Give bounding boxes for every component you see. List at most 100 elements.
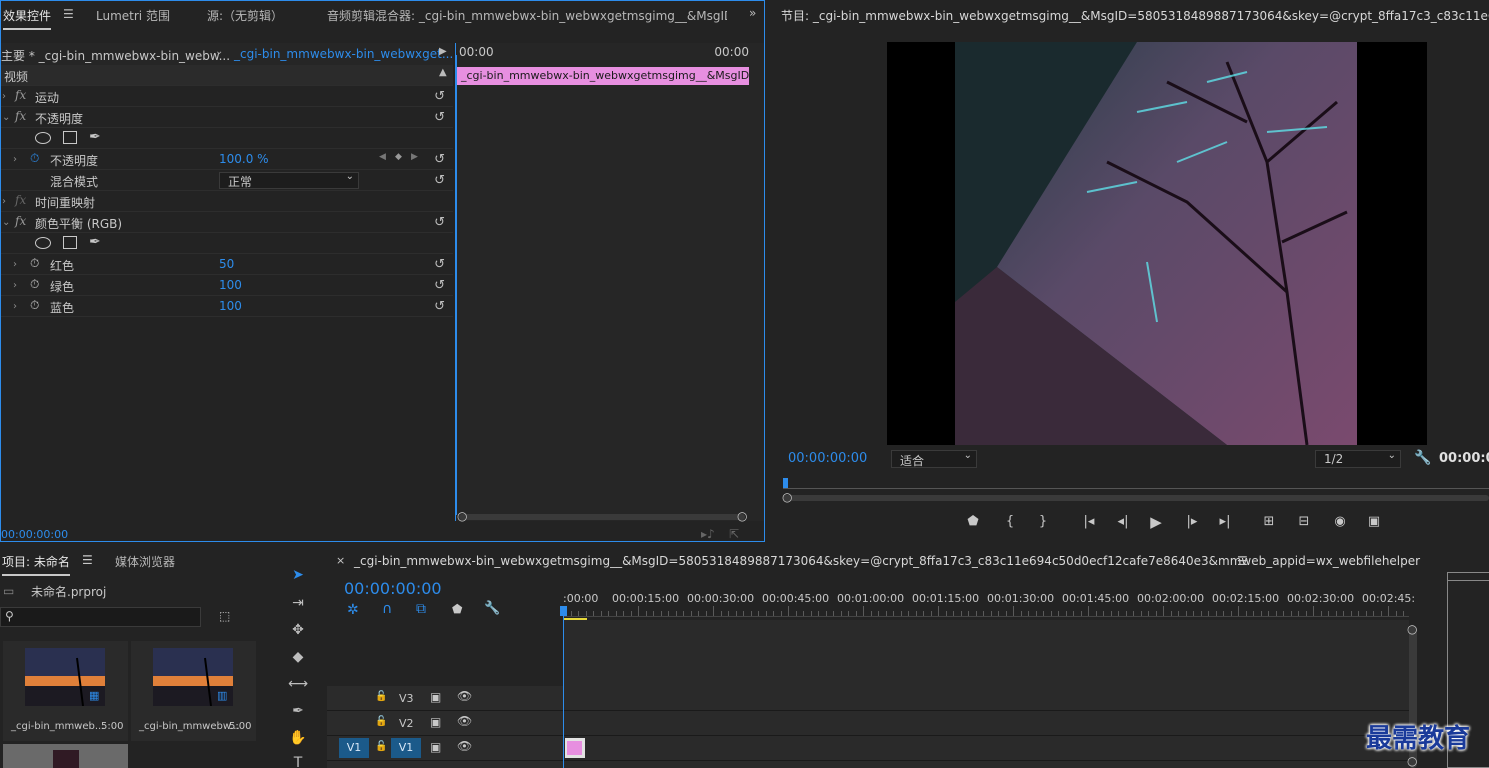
master-clip-label[interactable]: 主要 * _cgi-bin_mmwebwx-bin_webw... — [1, 47, 230, 64]
wrench-icon[interactable]: 🔧 — [1414, 450, 1431, 466]
scroll-handle-icon[interactable]: ○ — [782, 490, 792, 504]
go-to-in-icon[interactable]: |◂ — [1079, 514, 1099, 529]
chevron-right-icon[interactable]: › — [13, 259, 17, 270]
scroll-handle-icon[interactable]: ○ — [1407, 622, 1417, 636]
tab-effect-controls[interactable]: 效果控件 — [3, 7, 52, 30]
chevron-right-icon[interactable]: › — [13, 280, 17, 291]
project-item[interactable] — [3, 744, 128, 768]
pen-mask-icon[interactable]: ✒ — [89, 129, 101, 145]
timeline-timecode[interactable]: 00:00:00:00 — [344, 579, 442, 598]
snap-magnet-icon[interactable]: ∩ — [382, 601, 392, 617]
source-patch-v1[interactable]: V1 — [339, 738, 369, 758]
close-icon[interactable]: × — [336, 554, 345, 567]
add-marker-icon[interactable]: ⬟ — [963, 514, 983, 529]
tab-project[interactable]: 项目: 未命名 — [2, 553, 70, 576]
chevron-down-icon[interactable]: ⌄ — [2, 112, 10, 123]
chevron-right-icon[interactable]: › — [2, 91, 6, 102]
track-v2[interactable]: 🔓 V2 ▣ 👁 — [327, 711, 1409, 736]
clip-label[interactable]: _cgi-bin_mmwebwx-bin_webwxget... — [234, 47, 453, 61]
mark-out-icon[interactable]: } — [1033, 514, 1053, 529]
ellipse-mask-icon[interactable] — [35, 237, 51, 249]
tab-media-browser[interactable]: 媒体浏览器 — [115, 553, 175, 570]
panel-menu-icon[interactable]: ☰ — [82, 553, 93, 567]
playhead[interactable] — [563, 606, 564, 768]
effect-opacity[interactable]: ⌄ fx 不透明度 ↺ — [1, 107, 453, 128]
fx-icon[interactable]: fx — [15, 88, 26, 102]
step-back-icon[interactable]: ◂| — [1113, 514, 1133, 529]
project-item[interactable]: ▦ _cgi-bin_mmweb... 5:00 — [3, 641, 128, 741]
fx-icon[interactable]: fx — [15, 109, 26, 123]
master-dropdown-icon[interactable]: ⌄ — [215, 46, 223, 57]
hand-tool-icon[interactable]: ✋ — [287, 727, 309, 749]
stopwatch-icon[interactable]: ⏱ — [30, 256, 39, 271]
play-icon[interactable]: ▶ — [1146, 513, 1166, 531]
param-opacity[interactable]: › ⏱ 不透明度 100.0 % ◀ ◆ ▶ ↺ — [1, 149, 453, 170]
extract-icon[interactable]: ⊟ — [1294, 514, 1314, 529]
resolution-select[interactable]: 1/2 ⌄ — [1315, 450, 1401, 468]
mini-scroll-track[interactable] — [459, 514, 745, 520]
lock-icon[interactable]: 🔓 — [375, 716, 387, 727]
stopwatch-icon[interactable]: ⏱ — [30, 298, 39, 313]
scroll-handle-left-icon[interactable]: ○ — [457, 509, 467, 523]
effect-mini-timeline[interactable]: 00:00 00:00 _cgi-bin_mmwebwx-bin_webwxge… — [455, 43, 764, 521]
track-v3[interactable]: 🔓 V3 ▣ 👁 — [327, 686, 1409, 711]
comparison-view-icon[interactable]: ▣ — [1364, 514, 1384, 529]
param-blue[interactable]: › ⏱ 蓝色 100 ↺ — [1, 296, 453, 317]
time-ruler[interactable]: :00:00 00:00:15:00 00:00:30:00 00:00:45:00 0… — [563, 590, 1415, 620]
param-green[interactable]: › ⏱ 绿色 100 ↺ — [1, 275, 453, 296]
green-value[interactable]: 100 — [219, 278, 242, 292]
audio-only-icon[interactable]: ▸♪ — [701, 527, 715, 541]
rectangle-mask-icon[interactable] — [63, 236, 77, 249]
scroll-handle-icon[interactable]: ○ — [1407, 754, 1417, 768]
scroll-handle-right-icon[interactable]: ○ — [737, 509, 747, 523]
reset-icon[interactable]: ↺ — [434, 110, 445, 125]
track-name[interactable]: V1 — [391, 738, 421, 758]
fx-icon[interactable]: fx — [15, 214, 26, 228]
timeline-clip[interactable] — [565, 738, 585, 758]
blue-value[interactable]: 100 — [219, 299, 242, 313]
collapse-icon[interactable]: ▲ — [439, 67, 447, 78]
effect-timecode[interactable]: 00:00:00:00 — [1, 528, 68, 541]
add-keyframe-icon[interactable]: ◆ — [395, 152, 402, 162]
track-v1[interactable]: V1 🔓 V1 ▣ 👁 — [327, 736, 1409, 761]
tab-lumetri-scopes[interactable]: Lumetri 范围 — [96, 7, 170, 24]
red-value[interactable]: 50 — [219, 257, 234, 271]
chevron-right-icon[interactable]: › — [13, 154, 17, 165]
nest-icon[interactable]: ✲ — [347, 602, 359, 618]
sync-lock-icon[interactable]: ▣ — [430, 715, 441, 729]
playhead-handle[interactable] — [560, 606, 567, 616]
sequence-tab[interactable]: _cgi-bin_mmwebwx-bin_webwxgetmsgimg__&Ms… — [354, 554, 1420, 568]
ripple-edit-tool-icon[interactable]: ✥ — [287, 619, 309, 641]
track-select-tool-icon[interactable]: ⇥ — [287, 592, 309, 614]
eye-icon[interactable]: 👁 — [457, 739, 472, 753]
effect-time-remap[interactable]: › fx 时间重映射 — [1, 191, 453, 212]
reset-icon[interactable]: ↺ — [434, 89, 445, 104]
chevron-right-icon[interactable]: › — [2, 196, 6, 207]
go-to-out-icon[interactable]: ▸| — [1215, 514, 1235, 529]
slip-tool-icon[interactable]: ⟷ — [287, 673, 309, 695]
project-search-input[interactable]: ⚲ — [0, 607, 201, 627]
mark-in-icon[interactable]: { — [1000, 514, 1020, 529]
add-marker-icon[interactable]: ⬟ — [452, 602, 462, 616]
chevron-right-icon[interactable]: › — [13, 301, 17, 312]
next-keyframe-icon[interactable]: ▶ — [411, 152, 418, 162]
razor-tool-icon[interactable]: ◆ — [287, 646, 309, 668]
ellipse-mask-icon[interactable] — [35, 132, 51, 144]
tab-audio-clip-mixer[interactable]: 音频剪辑混合器: _cgi-bin_mmwebwx-bin_webwxgetms… — [327, 7, 727, 24]
lift-icon[interactable]: ⊞ — [1259, 514, 1279, 529]
pen-mask-icon[interactable]: ✒ — [89, 234, 101, 250]
playhead[interactable] — [456, 55, 457, 515]
mini-clip-bar[interactable]: _cgi-bin_mmwebwx-bin_webwxgetmsgimg__&Ms… — [457, 67, 749, 85]
reset-icon[interactable]: ↺ — [434, 299, 445, 314]
program-scrub-bar[interactable] — [783, 478, 1489, 492]
tab-source[interactable]: 源:（无剪辑） — [207, 7, 283, 24]
blend-mode-select[interactable]: 正常 ⌄ — [219, 171, 359, 189]
effect-motion[interactable]: › fx 运动 ↺ — [1, 86, 453, 107]
effect-color-balance[interactable]: ⌄ fx 颜色平衡 (RGB) ↺ — [1, 212, 453, 233]
camera-icon[interactable]: ◉ — [1330, 514, 1350, 529]
reset-icon[interactable]: ↺ — [434, 152, 445, 167]
program-timecode[interactable]: 00:00:00:00 — [788, 451, 867, 466]
playhead[interactable] — [783, 478, 788, 488]
stopwatch-icon[interactable]: ⏱ — [30, 277, 39, 292]
play-only-icon[interactable]: ▶ — [439, 46, 447, 57]
